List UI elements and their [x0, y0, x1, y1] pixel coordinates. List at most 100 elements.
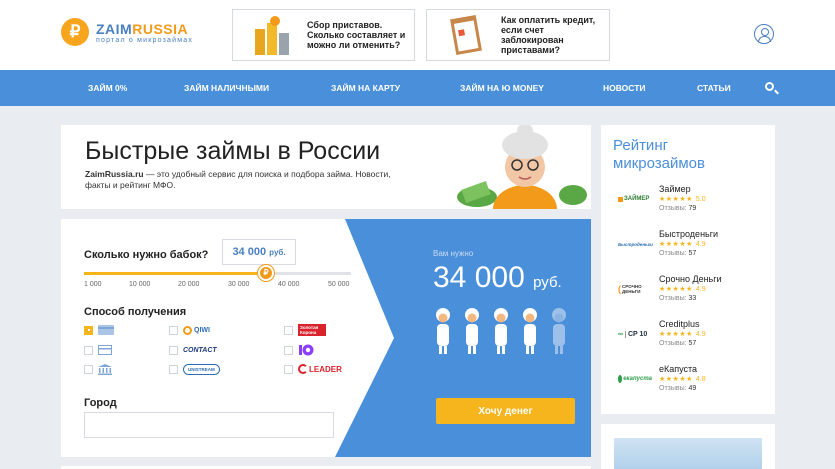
need-label: Вам нужно [433, 249, 474, 258]
method-checkbox[interactable] [284, 325, 293, 335]
rating-stars: ★★★★★ 4.8 [659, 376, 706, 383]
rating-item[interactable]: екапуста еКапуста ★★★★★ 4.8 Отзывы: 49 [618, 364, 768, 398]
method-option-card[interactable] [84, 324, 114, 336]
rating-item-name: Creditplus [659, 319, 700, 329]
yoomoney-logo-icon [298, 344, 314, 356]
granny-meter-icon [436, 308, 566, 354]
header: ₽ ZAIMRUSSIA портал о микрозаймах Сбор п… [0, 0, 835, 70]
promo-text: Как оплатить кредит, если счет заблокиро… [501, 15, 596, 55]
amount-question: Сколько нужно бабок? [84, 249, 209, 261]
rating-reviews: Отзывы: 33 [659, 295, 697, 302]
coins-icon [255, 16, 289, 55]
rating-stars: ★★★★★ 4.9 [659, 331, 706, 338]
promo-text: Сбор приставов. Сколько составляет и мож… [307, 20, 406, 50]
slider-tick: 1 000 [84, 281, 102, 288]
granny-illustration [457, 125, 587, 209]
unistream-logo-icon: UNISTREAM [183, 363, 220, 375]
amount-slider[interactable]: ₽ [84, 265, 351, 281]
rating-item-name: еКапуста [659, 364, 698, 374]
rating-item[interactable]: ∞ CP 10 Creditplus ★★★★★ 4.9 Отзывы: 57 [618, 319, 768, 353]
hero-description: ZaimRussia.ru — это удобный сервис для п… [85, 169, 391, 190]
slider-handle[interactable]: ₽ [258, 265, 274, 281]
method-checkbox[interactable] [169, 345, 178, 355]
rating-reviews: Отзывы: 79 [659, 205, 697, 212]
rating-item-name: Срочно Деньги [659, 274, 722, 284]
want-money-button[interactable]: Хочу денег [436, 398, 575, 424]
city-input[interactable] [84, 412, 334, 438]
need-amount: 34 000 руб. [433, 261, 562, 294]
brand-name: ZAIMRUSSIA [96, 20, 189, 37]
granny-figure-icon [552, 308, 566, 354]
method-option-bank[interactable] [84, 344, 112, 356]
rating-item[interactable]: Быстроденьги Быстроденьги ★★★★★ 4.9 Отзыв… [618, 229, 768, 263]
rating-title: Рейтинг микрозаймов [613, 137, 705, 172]
method-option-leader[interactable]: LEADER [284, 363, 342, 375]
main-nav: Займ 0% Займ наличными Займ на карту Зай… [0, 70, 835, 106]
method-checkbox[interactable] [84, 325, 93, 335]
rating-sidebar: Рейтинг микрозаймов ЗАЙМЕР Займер ★★★★★ 5… [601, 125, 775, 414]
method-title: Способ получения [84, 306, 187, 318]
rating-item[interactable]: ЗАЙМЕР Займер ★★★★★ 5.0 Отзывы: 79 [618, 184, 768, 218]
slider-tick: 40 000 [278, 281, 300, 288]
method-option-contact[interactable]: CONTACT [169, 344, 217, 356]
nav-item-zaim-0[interactable]: Займ 0% [88, 70, 127, 106]
rating-reviews: Отзывы: 57 [659, 250, 697, 257]
rating-stars: ★★★★★ 4.9 [659, 241, 706, 248]
card-icon [98, 324, 114, 336]
granny-figure-icon [523, 308, 537, 354]
nav-item-articles[interactable]: Статьи [697, 70, 731, 106]
amount-input[interactable]: 34 000 руб. [222, 239, 296, 265]
method-checkbox[interactable] [284, 364, 293, 374]
method-checkbox[interactable] [169, 325, 178, 335]
bystrodengi-logo-icon: Быстроденьги [618, 241, 653, 247]
method-checkbox[interactable] [84, 364, 93, 374]
granny-figure-icon [494, 308, 508, 354]
rating-reviews: Отзывы: 49 [659, 385, 697, 392]
rating-reviews: Отзывы: 57 [659, 340, 697, 347]
method-option-zolotaya-korona[interactable]: Золотая Корона [284, 324, 326, 336]
site-logo[interactable]: ₽ ZAIMRUSSIA портал о микрозаймах [61, 18, 193, 46]
search-icon[interactable] [765, 82, 774, 91]
rating-stars: ★★★★★ 4.9 [659, 286, 706, 293]
leader-logo-icon: LEADER [298, 363, 342, 375]
nav-item-yoomoney[interactable]: Займ на Ю Money [460, 70, 544, 106]
contact-logo-icon: CONTACT [183, 346, 217, 354]
method-checkbox[interactable] [284, 345, 293, 355]
method-option-unistream[interactable]: UNISTREAM [169, 363, 220, 375]
nav-item-news[interactable]: Новости [603, 70, 646, 106]
loan-calculator: Сколько нужно бабок? 34 000 руб. ₽ 1 000… [61, 219, 591, 457]
brand-tagline: портал о микрозаймах [96, 36, 194, 44]
ekapusta-logo-icon: екапуста [618, 372, 652, 386]
hero-card: Быстрые займы в России ZaimRussia.ru — э… [61, 125, 591, 209]
zolotaya-korona-logo-icon: Золотая Корона [298, 324, 326, 336]
method-option-qiwi[interactable]: QIWI [169, 324, 210, 336]
rating-stars: ★★★★★ 5.0 [659, 196, 706, 203]
qiwi-logo-icon: QIWI [183, 324, 210, 336]
slider-tick: 30 000 [228, 281, 250, 288]
method-option-bank-building[interactable] [84, 363, 112, 375]
promo-banner-bailiffs[interactable]: Сбор приставов. Сколько составляет и мож… [232, 9, 415, 61]
sidebar-banner[interactable] [601, 424, 775, 469]
creditplus-logo-icon: ∞ CP 10 [618, 330, 648, 338]
city-label: Город [84, 397, 117, 409]
method-checkbox[interactable] [84, 345, 93, 355]
slider-tick: 20 000 [178, 281, 200, 288]
nav-item-card[interactable]: Займ на карту [331, 70, 400, 106]
page-title: Быстрые займы в России [85, 137, 381, 165]
zaimer-logo-icon: ЗАЙМЕР [618, 192, 652, 206]
rating-item-name: Быстроденьги [659, 229, 719, 239]
promo-banner-blocked-account[interactable]: Как оплатить кредит, если счет заблокиро… [426, 9, 610, 61]
bank-card-icon [98, 344, 112, 356]
method-option-yoomoney[interactable] [284, 344, 314, 356]
nav-item-cash[interactable]: Займ наличными [184, 70, 269, 106]
slider-tick: 50 000 [328, 281, 350, 288]
rating-item-name: Займер [659, 184, 691, 194]
ruble-logo-icon: ₽ [61, 18, 89, 46]
slider-tick: 10 000 [129, 281, 151, 288]
granny-figure-icon [436, 308, 450, 354]
user-icon[interactable] [754, 24, 774, 44]
rating-item[interactable]: (СРОЧНО ДЕНЬГИ Срочно Деньги ★★★★★ 4.9 От… [618, 274, 768, 308]
clipboard-icon [450, 15, 482, 55]
method-checkbox[interactable] [169, 364, 178, 374]
bank-building-icon [98, 363, 112, 375]
